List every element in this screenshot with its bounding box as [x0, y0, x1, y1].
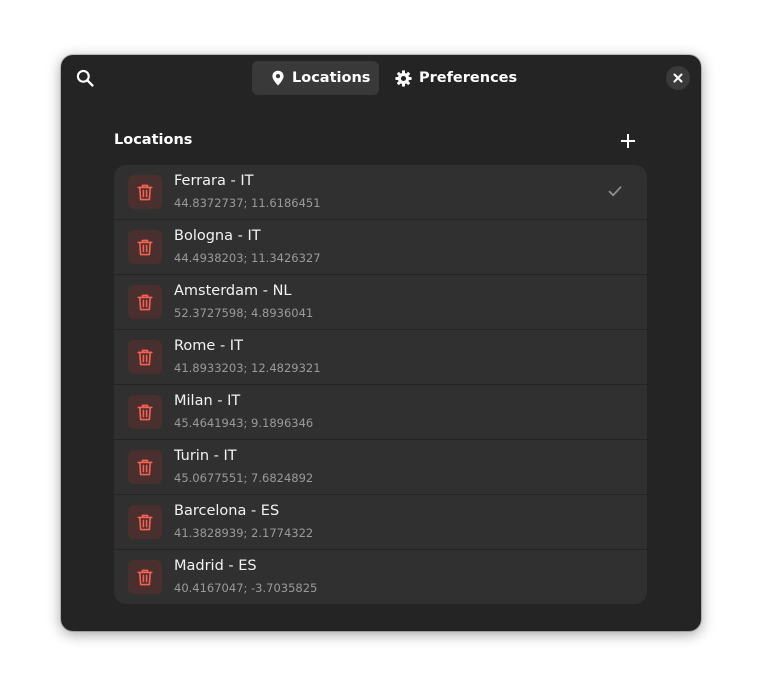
delete-location-button[interactable] [128, 395, 162, 429]
trash-icon [137, 404, 153, 420]
delete-location-button[interactable] [128, 340, 162, 374]
search-button[interactable] [70, 63, 100, 93]
trash-icon [137, 459, 153, 475]
location-row[interactable]: Milan - IT 45.4641943; 9.1896346 [114, 384, 647, 439]
tab-locations-label: Locations [292, 70, 371, 86]
location-row[interactable]: Madrid - ES 40.4167047; -3.7035825 [114, 549, 647, 604]
location-coordinates: 41.3828939; 2.1774322 [174, 526, 314, 540]
view-switcher: Locations Preferences [252, 61, 531, 95]
locations-list: Ferrara - IT 44.8372737; 11.6186451 Bolo… [114, 165, 647, 604]
tab-preferences[interactable]: Preferences [381, 61, 531, 95]
trash-icon [137, 239, 153, 255]
location-row[interactable]: Ferrara - IT 44.8372737; 11.6186451 [114, 165, 647, 219]
delete-location-button[interactable] [128, 560, 162, 594]
tab-locations[interactable]: Locations [252, 61, 379, 95]
delete-location-button[interactable] [128, 285, 162, 319]
delete-location-button[interactable] [128, 175, 162, 209]
plus-icon [621, 134, 635, 148]
close-icon [673, 73, 683, 83]
delete-location-button[interactable] [128, 450, 162, 484]
location-coordinates: 41.8933203; 12.4829321 [174, 361, 321, 375]
trash-icon [137, 569, 153, 585]
location-name: Barcelona - ES [174, 503, 280, 519]
preferences-window: Locations Preferences Locations Ferrara … [61, 55, 701, 631]
trash-icon [137, 184, 153, 200]
location-coordinates: 45.4641943; 9.1896346 [174, 416, 314, 430]
add-location-button[interactable] [616, 129, 640, 153]
map-pin-icon [271, 70, 285, 86]
trash-icon [137, 514, 153, 530]
location-row[interactable]: Rome - IT 41.8933203; 12.4829321 [114, 329, 647, 384]
trash-icon [137, 294, 153, 310]
close-button[interactable] [666, 66, 690, 90]
location-name: Bologna - IT [174, 228, 261, 244]
location-row[interactable]: Turin - IT 45.0677551; 7.6824892 [114, 439, 647, 494]
location-coordinates: 45.0677551; 7.6824892 [174, 471, 314, 485]
tab-preferences-label: Preferences [419, 70, 518, 86]
location-name: Milan - IT [174, 393, 241, 409]
location-name: Ferrara - IT [174, 173, 254, 189]
search-icon [76, 69, 94, 87]
location-coordinates: 44.4938203; 11.3426327 [174, 251, 321, 265]
delete-location-button[interactable] [128, 505, 162, 539]
location-row[interactable]: Barcelona - ES 41.3828939; 2.1774322 [114, 494, 647, 549]
delete-location-button[interactable] [128, 230, 162, 264]
checkmark-icon [608, 186, 622, 197]
location-name: Turin - IT [174, 448, 237, 464]
location-row[interactable]: Amsterdam - NL 52.3727598; 4.8936041 [114, 274, 647, 329]
location-coordinates: 52.3727598; 4.8936041 [174, 306, 314, 320]
location-name: Rome - IT [174, 338, 243, 354]
locations-section-title: Locations [114, 132, 193, 148]
location-name: Amsterdam - NL [174, 283, 292, 299]
location-name: Madrid - ES [174, 558, 257, 574]
gear-icon [395, 69, 412, 87]
trash-icon [137, 349, 153, 365]
location-coordinates: 40.4167047; -3.7035825 [174, 581, 318, 595]
header-bar: Locations Preferences [61, 55, 701, 101]
location-row[interactable]: Bologna - IT 44.4938203; 11.3426327 [114, 219, 647, 274]
location-coordinates: 44.8372737; 11.6186451 [174, 196, 321, 210]
